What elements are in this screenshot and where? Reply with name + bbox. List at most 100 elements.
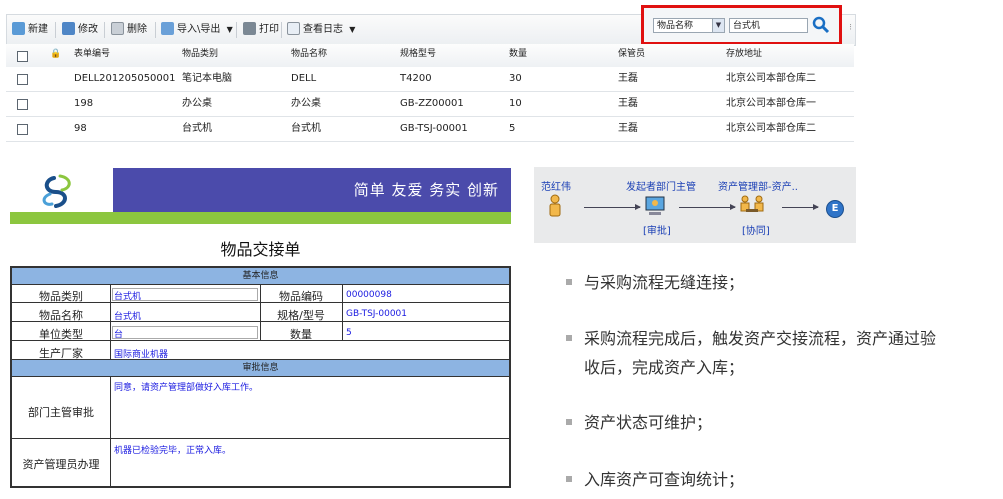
flow-node-asset-dept-name: 资产管理部-资产.. [718, 182, 798, 193]
code-label: 物品编码 [279, 290, 323, 303]
cell-name: DELL [291, 73, 317, 84]
toolbar-divider [104, 22, 105, 38]
toolbar-divider [155, 22, 156, 38]
import-export-button[interactable]: 导入\导出 ▼ [161, 22, 233, 38]
cell-name: 办公桌 [291, 98, 321, 109]
flow-node-dept-manager-name: 发起者部门主管 [626, 182, 696, 193]
dept-approval-value: 同意，请资产管理部做好入库工作。 [114, 383, 259, 393]
workflow-diagram: 范红伟 发起者部门主管 [审批] 资产管理部-资产.. [协同] E [534, 167, 856, 243]
spec-value: GB-TSJ-00001 [346, 309, 407, 319]
flow-arrow [679, 204, 736, 210]
table-row[interactable]: DELL201205050001 笔记本电脑 DELL T4200 30 王磊 … [6, 67, 854, 92]
row-checkbox[interactable] [17, 124, 28, 135]
table-row[interactable]: 198 办公桌 办公桌 GB-ZZ00001 10 王磊 北京公司本部仓库一 [6, 92, 854, 117]
cell-qty: 30 [509, 73, 522, 84]
qty-value: 5 [346, 328, 352, 338]
row-checkbox[interactable] [17, 99, 28, 110]
bullet-square-icon [566, 476, 572, 482]
select-all-checkbox[interactable] [17, 51, 28, 62]
view-log-button[interactable]: 查看日志 ▼ [287, 22, 355, 38]
name-value: 台式机 [114, 312, 142, 322]
computer-user-icon [645, 196, 665, 215]
cell-location: 北京公司本部仓库二 [726, 73, 816, 84]
section-approval-info: 审批信息 [12, 360, 509, 377]
col-header-keeper[interactable]: 保管员 [618, 44, 645, 65]
bullet-text: 采购流程完成后，触发资产交接流程，资产通过验收后，完成资产入库； [584, 329, 937, 377]
row-checkbox[interactable] [17, 74, 28, 85]
search-field-select[interactable]: 物品名称 ▼ [653, 18, 725, 33]
cell-name: 台式机 [291, 123, 321, 134]
cell-keeper: 王磊 [618, 73, 638, 84]
category-value: 台式机 [114, 292, 142, 302]
name-label: 物品名称 [39, 309, 83, 322]
flow-arrow [782, 204, 819, 210]
cell-keeper: 王磊 [618, 98, 638, 109]
table-row[interactable]: 98 台式机 台式机 GB-TSJ-00001 5 王磊 北京公司本部仓库二 [6, 117, 854, 142]
form-title: 物品交接单 [220, 240, 301, 259]
new-icon [12, 22, 25, 35]
cell-category: 笔记本电脑 [182, 73, 232, 84]
section-basic-info: 基本信息 [12, 268, 509, 285]
bullet-square-icon [566, 335, 572, 341]
person-icon [549, 194, 561, 217]
flow-end-node: E [826, 200, 844, 218]
toolbar-overflow-icon[interactable]: ⁝ [849, 23, 852, 33]
delete-button[interactable]: 删除 [111, 22, 147, 38]
column-divider [342, 285, 343, 340]
cell-keeper: 王磊 [618, 123, 638, 134]
col-header-name[interactable]: 物品名称 [291, 44, 327, 65]
handover-form: 基本信息 物品类别 台式机 物品编码 00000098 物品名称 台式机 规格/… [10, 266, 511, 488]
flow-node-dept-manager-action[interactable]: [审批] [643, 222, 671, 237]
col-header-code[interactable]: 表单编号 [74, 44, 110, 65]
cell-category: 台式机 [182, 123, 212, 134]
edit-label: 修改 [78, 24, 98, 35]
dept-approval-label: 部门主管审批 [28, 406, 94, 419]
bullet-square-icon [566, 279, 572, 285]
search-icon[interactable] [812, 16, 830, 34]
cell-qty: 5 [509, 123, 516, 134]
print-button[interactable]: 打印 [243, 22, 279, 38]
view-log-label: 查看日志 [303, 24, 343, 35]
log-icon [287, 22, 300, 35]
banner-green-stripe [10, 212, 511, 224]
cell-location: 北京公司本部仓库一 [726, 98, 816, 109]
new-label: 新建 [28, 24, 48, 35]
data-grid: 🔒 表单编号 物品类别 物品名称 规格型号 数量 保管员 存放地址 DELL20… [6, 44, 854, 145]
maker-value: 国际商业机器 [114, 350, 169, 360]
unit-field[interactable] [112, 326, 258, 339]
slogan: 简单 友爱 务实 创新 [353, 181, 499, 199]
delete-label: 删除 [127, 24, 147, 35]
asset-handling-label: 资产管理员办理 [22, 458, 100, 471]
new-button[interactable]: 新建 [12, 22, 48, 38]
chevron-down-icon: ▼ [349, 25, 356, 34]
grid-header: 🔒 表单编号 物品类别 物品名称 规格型号 数量 保管员 存放地址 [6, 44, 854, 68]
search-input[interactable]: 台式机 [729, 18, 808, 33]
bullet-text: 资产状态可维护； [584, 413, 713, 432]
cell-location: 北京公司本部仓库二 [726, 123, 816, 134]
unit-value: 台 [114, 330, 124, 340]
col-header-category[interactable]: 物品类别 [182, 44, 218, 65]
cell-spec: GB-ZZ00001 [400, 98, 464, 109]
banner: 简单 友爱 务实 创新 [113, 168, 511, 214]
code-value: 00000098 [346, 290, 392, 300]
import-export-icon [161, 22, 174, 35]
col-header-location[interactable]: 存放地址 [726, 44, 762, 65]
col-header-spec[interactable]: 规格型号 [400, 44, 436, 65]
edit-button[interactable]: 修改 [62, 22, 98, 38]
toolbar-divider [55, 22, 56, 38]
toolbar-divider [281, 22, 282, 38]
print-label: 打印 [259, 24, 279, 35]
column-divider [110, 285, 111, 359]
cell-category: 办公桌 [182, 98, 212, 109]
asset-handling-value: 机器已检验完毕，正常入库。 [114, 446, 232, 456]
toolbar-divider [236, 22, 237, 38]
company-logo [10, 168, 114, 214]
meeting-people-icon [740, 195, 764, 212]
flow-node-asset-dept-action[interactable]: [协同] [742, 222, 770, 237]
printer-icon [243, 22, 256, 35]
import-export-label: 导入\导出 [177, 24, 221, 35]
category-label: 物品类别 [39, 290, 83, 303]
maker-label: 生产厂家 [39, 347, 83, 360]
col-header-qty[interactable]: 数量 [509, 44, 527, 65]
trash-icon [111, 22, 124, 35]
